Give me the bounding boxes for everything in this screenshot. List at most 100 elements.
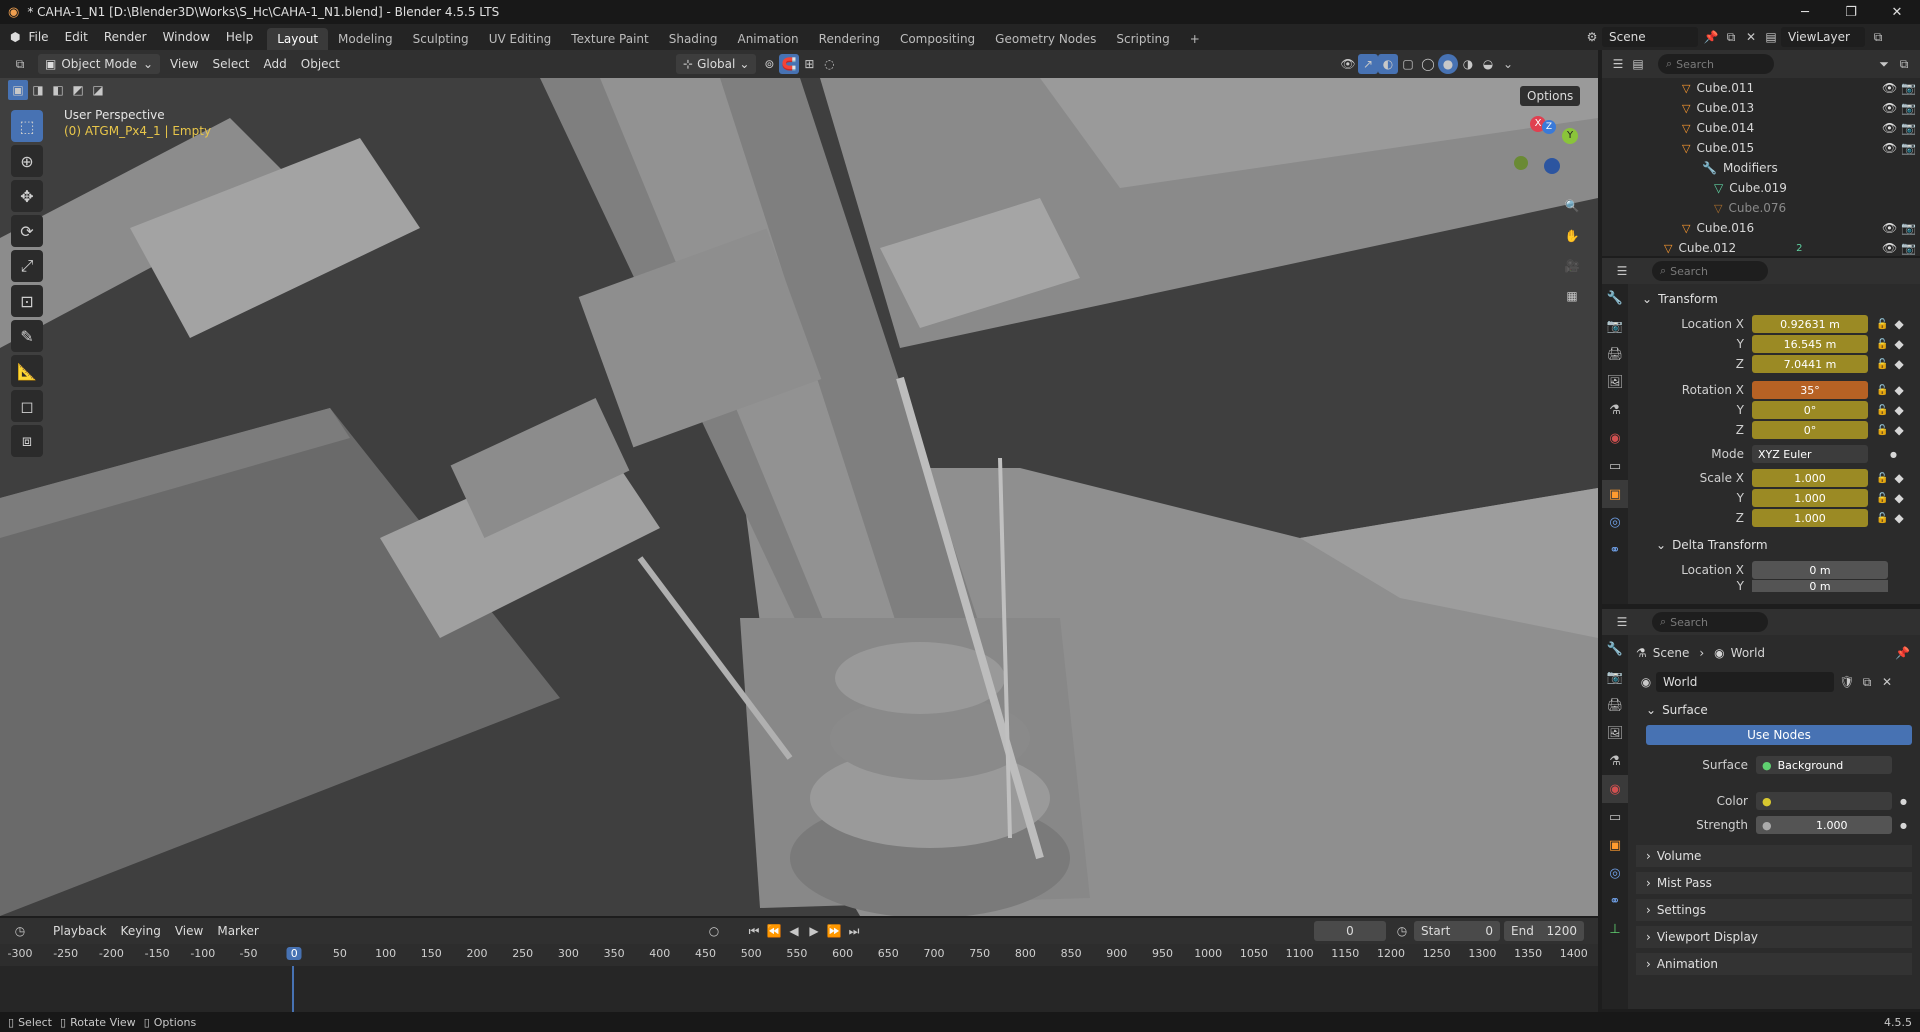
collection-tab-icon[interactable]: ▭: [1602, 803, 1628, 831]
navigation-gizmo[interactable]: X Y Z: [1500, 114, 1590, 194]
tab-layout[interactable]: Layout: [267, 28, 329, 50]
visibility-eye-icon[interactable]: 👁 📷: [1882, 101, 1916, 115]
render-tab-icon[interactable]: 📷: [1602, 663, 1628, 691]
jump-start-icon[interactable]: ⏮: [744, 921, 764, 941]
lock-icon[interactable]: 🔓: [1876, 405, 1888, 416]
output-tab-icon[interactable]: 🖨: [1602, 691, 1628, 719]
tool-tab-icon[interactable]: 🔧: [1602, 635, 1628, 663]
tab-animation[interactable]: Animation: [727, 28, 808, 50]
menu-window[interactable]: Window: [155, 30, 218, 44]
jump-end-icon[interactable]: ⏭: [844, 921, 864, 941]
outliner-row[interactable]: ▽ Cube.014 👁 📷: [1602, 118, 1920, 138]
gizmo-z-axis[interactable]: Z: [1542, 120, 1556, 134]
keyframe-icon[interactable]: ◆: [1894, 423, 1903, 437]
scene-name-field[interactable]: Scene: [1602, 27, 1698, 47]
scale-x-field[interactable]: 1.000: [1752, 469, 1868, 487]
unlink-world-icon[interactable]: ✕: [1877, 672, 1897, 692]
animation-panel-header[interactable]: › Animation: [1636, 953, 1912, 975]
transform-panel-header[interactable]: ⌄ Transform: [1632, 288, 1920, 310]
constraints-tab-icon[interactable]: ⚭: [1602, 536, 1628, 564]
tab-texture-paint[interactable]: Texture Paint: [561, 28, 658, 50]
menu-render[interactable]: Render: [96, 30, 155, 44]
display-mode-icon[interactable]: ▤: [1628, 54, 1648, 74]
mode-dropdown[interactable]: ▣ Object Mode ⌄: [38, 54, 160, 74]
lock-icon[interactable]: 🔓: [1876, 513, 1888, 524]
world-tab-icon[interactable]: ◉: [1602, 775, 1628, 803]
outliner-row[interactable]: 🔧 Modifiers: [1602, 158, 1920, 178]
outliner-editor-icon[interactable]: ☰: [1608, 54, 1628, 74]
rotation-x-field[interactable]: 35°: [1752, 381, 1868, 399]
lock-icon[interactable]: 🔓: [1876, 339, 1888, 350]
perspective-toggle-icon[interactable]: ▦: [1562, 286, 1582, 306]
data-tab-icon[interactable]: ⊥: [1602, 915, 1628, 943]
move-tool-icon[interactable]: ✥: [11, 180, 43, 212]
rotation-y-field[interactable]: 0°: [1752, 401, 1868, 419]
lock-icon[interactable]: 🔓: [1876, 359, 1888, 370]
view-layer-field[interactable]: ViewLayer: [1781, 27, 1865, 47]
new-collection-icon[interactable]: ⧉: [1894, 54, 1914, 74]
playback-menu[interactable]: Playback: [46, 924, 114, 938]
scale-y-field[interactable]: 1.000: [1752, 489, 1868, 507]
rotation-z-field[interactable]: 0°: [1752, 421, 1868, 439]
pivot-icon[interactable]: ⊚: [759, 54, 779, 74]
world-properties-search[interactable]: ⌕ Search: [1652, 612, 1768, 632]
tab-uv-editing[interactable]: UV Editing: [479, 28, 562, 50]
pan-hand-icon[interactable]: ✋: [1562, 226, 1582, 246]
lock-icon[interactable]: 🔓: [1876, 319, 1888, 330]
add-workspace-icon[interactable]: +: [1180, 28, 1210, 50]
visibility-eye-icon[interactable]: 👁 📷: [1882, 241, 1916, 255]
lock-icon[interactable]: 🔓: [1876, 425, 1888, 436]
delete-scene-icon[interactable]: ✕: [1741, 27, 1761, 47]
rotate-tool-icon[interactable]: ⟳: [11, 215, 43, 247]
keyframe-icon[interactable]: ◆: [1894, 491, 1903, 505]
play-reverse-icon[interactable]: ◀: [784, 921, 804, 941]
lock-icon[interactable]: 🔓: [1876, 493, 1888, 504]
measure-tool-icon[interactable]: 📐: [11, 355, 43, 387]
select-new-icon[interactable]: ▣: [8, 80, 28, 100]
tab-compositing[interactable]: Compositing: [890, 28, 985, 50]
outliner-row[interactable]: ▽ Cube.019: [1602, 178, 1920, 198]
preview-range-icon[interactable]: ◷: [1392, 921, 1412, 941]
outliner-row[interactable]: ▽ Cube.016 👁 📷: [1602, 218, 1920, 238]
use-nodes-button[interactable]: Use Nodes: [1646, 725, 1912, 745]
tab-shading[interactable]: Shading: [659, 28, 728, 50]
lock-icon[interactable]: 🔓: [1876, 385, 1888, 396]
view-layer-tab-icon[interactable]: 🖼: [1602, 719, 1628, 747]
strength-field[interactable]: ● 1.000: [1756, 816, 1892, 834]
keyframe-icon[interactable]: ◆: [1894, 511, 1903, 525]
outliner-row[interactable]: ▽ Cube.015 👁 📷: [1602, 138, 1920, 158]
visibility-eye-icon[interactable]: 👁 📷: [1882, 221, 1916, 235]
pin-icon[interactable]: 📌: [1701, 27, 1721, 47]
visibility-eye-icon[interactable]: 👁 📷: [1882, 141, 1916, 155]
editor-type-icon[interactable]: ⧉: [10, 54, 30, 74]
gizmo-y-axis[interactable]: Y: [1562, 128, 1578, 144]
location-y-field[interactable]: 16.545 m: [1752, 335, 1868, 353]
world-browse-icon[interactable]: ◉: [1636, 672, 1656, 692]
settings-panel-header[interactable]: › Settings: [1636, 899, 1912, 921]
scene-tab-icon[interactable]: ⚗: [1602, 396, 1628, 424]
zoom-icon[interactable]: 🔍: [1562, 196, 1582, 216]
lock-icon[interactable]: 🔓: [1876, 473, 1888, 484]
3d-viewport[interactable]: User Perspective (0) ATGM_Px4_1 | Empty …: [0, 78, 1598, 916]
tab-scripting[interactable]: Scripting: [1106, 28, 1179, 50]
shading-dropdown-icon[interactable]: ⌄: [1498, 54, 1518, 74]
outliner-row[interactable]: ▽ Cube.012 2 👁 📷: [1602, 238, 1920, 258]
fake-user-icon[interactable]: 🛡: [1837, 672, 1857, 692]
constraints-tab-icon[interactable]: ⚭: [1602, 887, 1628, 915]
keyframe-icon[interactable]: ◆: [1894, 403, 1903, 417]
viewport-display-panel-header[interactable]: › Viewport Display: [1636, 926, 1912, 948]
delta-location-y-field[interactable]: 0 m: [1752, 580, 1888, 592]
next-keyframe-icon[interactable]: ⏩: [824, 921, 844, 941]
world-name-field[interactable]: World: [1656, 672, 1834, 692]
close-button[interactable]: ✕: [1874, 0, 1920, 24]
visibility-eye-icon[interactable]: 👁 📷: [1882, 81, 1916, 95]
delta-transform-header[interactable]: ⌄ Delta Transform: [1632, 534, 1920, 556]
duplicate-world-icon[interactable]: ⧉: [1857, 672, 1877, 692]
tab-modeling[interactable]: Modeling: [328, 28, 403, 50]
menu-help[interactable]: Help: [218, 30, 261, 44]
current-frame-field[interactable]: 0: [1314, 921, 1386, 941]
physics-tab-icon[interactable]: ◎: [1602, 508, 1628, 536]
marker-menu[interactable]: Marker: [210, 924, 265, 938]
timeline-track-area[interactable]: [0, 966, 1598, 1012]
properties-editor-icon[interactable]: ☰: [1612, 261, 1632, 281]
